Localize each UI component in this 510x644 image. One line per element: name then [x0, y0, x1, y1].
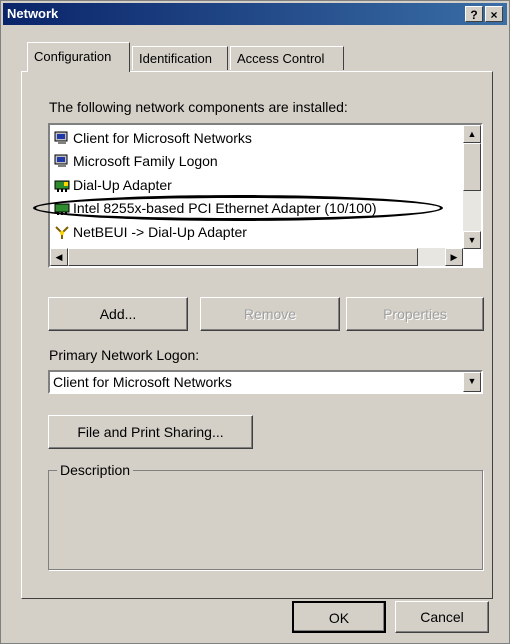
- tab-identification[interactable]: Identification: [132, 46, 228, 70]
- tab-access-control[interactable]: Access Control: [230, 46, 344, 70]
- tab-configuration[interactable]: Configuration: [27, 42, 130, 72]
- configuration-panel: [21, 71, 493, 599]
- cancel-button[interactable]: Cancel: [395, 601, 489, 633]
- window-title: Network: [7, 6, 59, 21]
- network-dialog: Network ? × Configuration Identification…: [0, 0, 510, 644]
- title-bar[interactable]: Network ? ×: [3, 3, 507, 25]
- help-button[interactable]: ?: [465, 6, 483, 22]
- close-button[interactable]: ×: [485, 6, 503, 22]
- ok-button[interactable]: OK: [292, 601, 386, 633]
